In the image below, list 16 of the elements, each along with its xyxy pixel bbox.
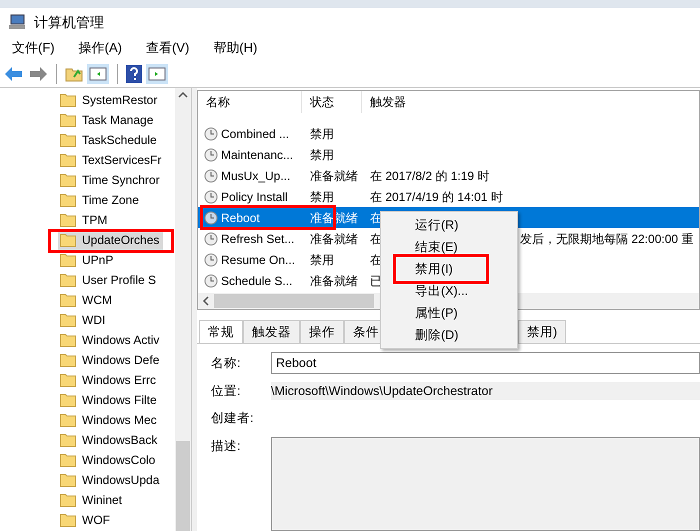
field-label: 名称:: [211, 354, 242, 372]
window-title: 计算机管理: [34, 12, 104, 32]
task-trigger: 发后，无限期地每隔 22:00:00 重: [520, 230, 694, 248]
field-label: 位置:: [211, 383, 242, 400]
task-status: 禁用: [309, 126, 335, 142]
task-status: 禁用: [309, 252, 335, 268]
field-label: 描述:: [211, 438, 242, 455]
task-status: 准备就绪: [309, 168, 359, 184]
field-label: 创建者:: [211, 410, 254, 428]
task-trigger: 在 2017/4/19 的 14:01 时: [370, 188, 503, 206]
location-field: \Microsoft\Windows\UpdateOrchestrator: [271, 382, 700, 400]
task-status: 禁用: [309, 188, 335, 206]
task-status: 准备就绪: [309, 272, 359, 290]
task-status: 准备就绪: [309, 230, 359, 248]
task-status: 禁用: [309, 146, 335, 164]
task-trigger: 在 2017/8/2 的 1:19 时: [370, 168, 490, 184]
